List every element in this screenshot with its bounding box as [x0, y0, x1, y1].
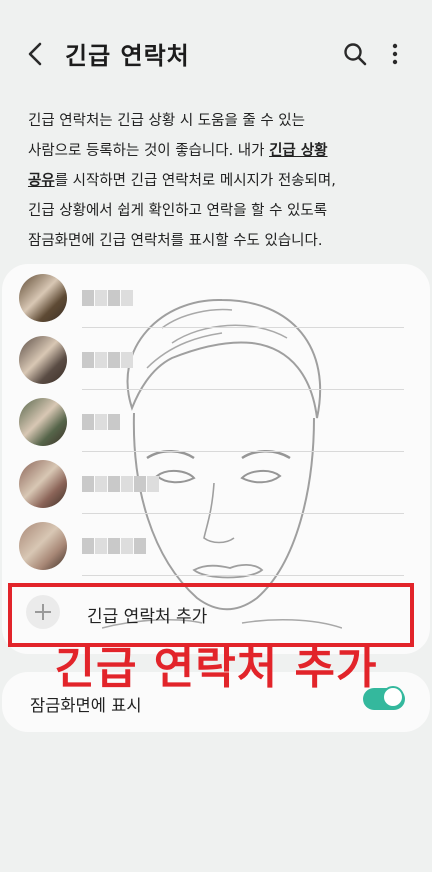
search-icon: [344, 43, 367, 66]
desc-line-2-text: 사람으로 등록하는 것이 좋습니다. 내가: [28, 143, 270, 159]
desc-line-2: 사람으로 등록하는 것이 좋습니다. 내가 긴급 상황: [28, 136, 418, 166]
contact-row[interactable]: [2, 328, 430, 390]
desc-line-3: 공유를 시작하면 긴급 연락처로 메시지가 전송되며,: [28, 166, 418, 196]
app-bar: 긴급 연락처: [0, 0, 432, 108]
desc-line-4: 긴급 상황에서 쉽게 확인하고 연락을 할 수 있도록: [28, 203, 328, 219]
contact-row[interactable]: [2, 452, 430, 514]
contact-name-blurred: [82, 290, 134, 306]
desc-line-1: 긴급 연락처는 긴급 상황 시 도움을 줄 수 있는: [28, 113, 305, 129]
row-divider: [82, 575, 404, 576]
plus-icon: [26, 595, 60, 629]
emergency-sharing-link-cont[interactable]: 공유: [28, 173, 55, 189]
emergency-sharing-link[interactable]: 긴급 상황: [269, 143, 327, 159]
contact-avatar: [19, 274, 67, 322]
contact-avatar: [19, 522, 67, 570]
contact-avatar: [19, 398, 67, 446]
add-contact-label: 긴급 연락처 추가: [87, 607, 208, 627]
contact-name-blurred: [82, 476, 160, 492]
contact-avatar: [19, 460, 67, 508]
search-button[interactable]: [340, 38, 370, 70]
more-vertical-icon: [392, 43, 398, 65]
description-text: 긴급 연락처는 긴급 상황 시 도움을 줄 수 있는 사람으로 등록하는 것이 …: [28, 106, 418, 256]
contact-row[interactable]: [2, 514, 430, 576]
annotation-overlay-text: 긴급 연락처 추가: [54, 643, 378, 694]
more-options-button[interactable]: [383, 38, 407, 70]
desc-line-3-text: 를 시작하면 긴급 연락처로 메시지가 전송되며,: [54, 173, 336, 189]
back-button[interactable]: [22, 38, 52, 70]
chevron-left-icon: [28, 42, 42, 66]
page-title: 긴급 연락처: [65, 42, 190, 70]
contact-row[interactable]: [2, 266, 430, 328]
contact-row[interactable]: [2, 390, 430, 452]
contact-name-blurred: [82, 538, 147, 554]
contact-avatar: [19, 336, 67, 384]
desc-line-5: 잠금화면에 긴급 연락처를 표시할 수도 있습니다.: [28, 233, 323, 249]
contact-name-blurred: [82, 352, 134, 368]
contact-name-blurred: [82, 414, 121, 430]
